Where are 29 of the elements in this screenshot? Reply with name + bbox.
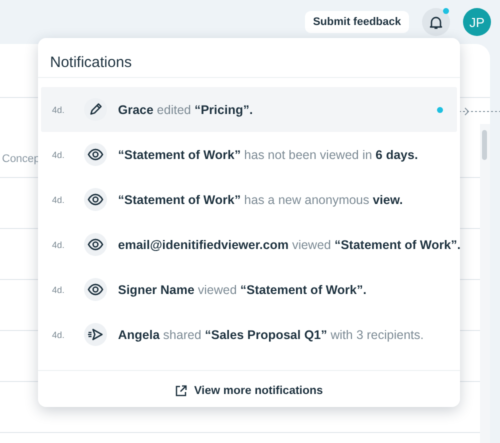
notification-message: Angela shared “Sales Proposal Q1” with 3 recipients. bbox=[118, 328, 425, 342]
scrollbar[interactable] bbox=[480, 124, 490, 443]
bell-icon bbox=[429, 14, 443, 30]
eye-icon bbox=[87, 146, 104, 163]
notification-age: 4d. bbox=[52, 194, 66, 204]
notification-row[interactable]: 4d. Angela shared “Sales Proposal Q1” with 3 recipients. bbox=[41, 312, 457, 357]
eye-icon bbox=[87, 281, 104, 298]
notification-row[interactable]: 4d. “Statement of Work” has a new anonymous view. bbox=[41, 177, 457, 222]
notification-message: “Statement of Work” has not been viewed in 6 days. bbox=[118, 148, 419, 162]
external-link-icon bbox=[175, 385, 188, 397]
notification-row[interactable]: 4d. “Statement of Work” has not been viewed in 6 days. bbox=[41, 132, 457, 177]
notification-age: 4d. bbox=[52, 330, 66, 340]
eye-icon bbox=[87, 236, 104, 253]
submit-feedback-button[interactable]: Submit feedback bbox=[304, 11, 409, 33]
notifications-button[interactable] bbox=[422, 8, 450, 36]
notification-message: Grace edited “Pricing”. bbox=[118, 102, 254, 116]
notification-row[interactable]: 4d. Signer Name viewed “Statement of Work”. bbox=[41, 267, 457, 312]
view-more-notifications-link[interactable]: View more notifications bbox=[175, 385, 323, 397]
notification-message: email@idenitifiedviewer.com viewed “Statement of Work”. bbox=[118, 238, 461, 252]
panel-title: Notifications bbox=[38, 38, 460, 78]
paper-plane-icon bbox=[87, 326, 104, 343]
notification-age: 4d. bbox=[52, 240, 66, 250]
notification-age: 4d. bbox=[52, 150, 66, 160]
notification-message: “Statement of Work” has a new anonymous view. bbox=[118, 192, 404, 206]
notification-row[interactable]: 4d. Grace edited “Pricing”. bbox=[41, 87, 457, 132]
notification-message: Signer Name viewed “Statement of Work”. bbox=[118, 282, 368, 296]
notification-age: 4d. bbox=[52, 284, 66, 294]
eye-icon bbox=[87, 191, 104, 208]
notification-age: 4d. bbox=[52, 104, 66, 114]
